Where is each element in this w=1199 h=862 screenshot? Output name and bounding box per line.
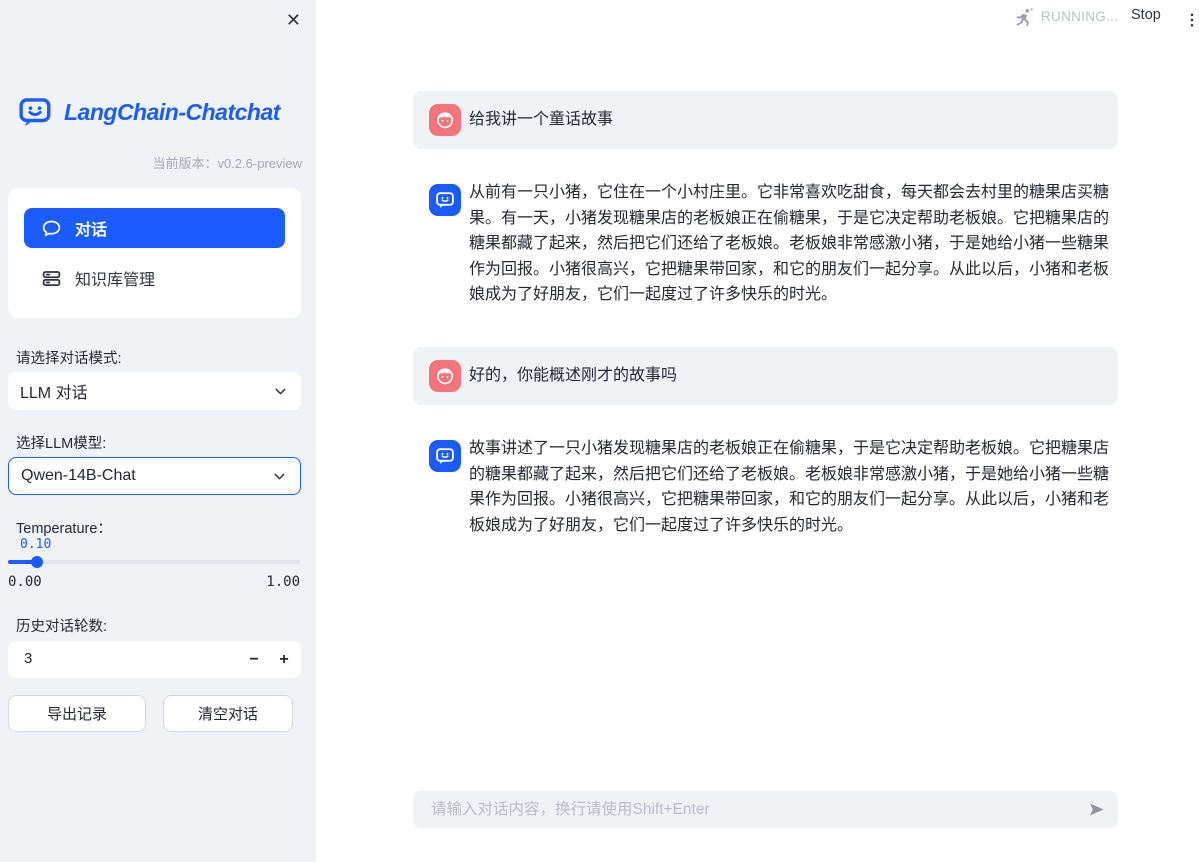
minus-icon: −: [249, 651, 258, 669]
llm-model-label: 选择LLM模型:: [16, 432, 106, 453]
slider-range-labels: 0.00 1.00: [8, 574, 300, 590]
dialogue-mode-select[interactable]: LLM 对话: [8, 372, 301, 410]
user-message: 给我讲一个童话故事: [413, 91, 1118, 149]
chat-bubble-icon: [41, 218, 62, 239]
send-arrow-icon: [1087, 800, 1106, 822]
chat-message-list: 给我讲一个童话故事 从前有一只小猪，它住在一个小村庄里。它非常喜欢吃甜食，每天都…: [413, 91, 1118, 577]
history-rounds-value: 3: [24, 650, 32, 667]
temperature-slider[interactable]: [8, 557, 300, 567]
chat-input[interactable]: [429, 800, 1078, 820]
temperature-value: 0.10: [20, 537, 51, 552]
sidebar-item-knowledge-base[interactable]: 知识库管理: [24, 258, 285, 298]
slider-min-label: 0.00: [8, 574, 42, 590]
nav-card: 对话 知识库管理: [8, 188, 301, 318]
assistant-avatar: [429, 184, 461, 216]
version-label: 当前版本：: [152, 156, 217, 171]
plus-icon: +: [279, 651, 288, 669]
user-avatar: [429, 360, 461, 392]
message-text: 故事讲述了一只小猪发现糖果店的老板娘正在偷糖果，于是它决定帮助老板娘。它把糖果店…: [469, 436, 1118, 538]
sidebar: ✕ LangChain-Chatchat 当前版本：v0.2.6-preview…: [0, 0, 316, 862]
overflow-menu-icon[interactable]: [1181, 7, 1199, 38]
sidebar-close-button[interactable]: ✕: [284, 6, 303, 34]
stop-button[interactable]: Stop: [1127, 5, 1165, 25]
increment-button[interactable]: +: [269, 641, 299, 678]
message-text: 从前有一只小猪，它住在一个小村庄里。它非常喜欢吃甜食，每天都会去村里的糖果店买糖…: [469, 180, 1118, 308]
status-running-text: RUNNING...: [1041, 9, 1118, 24]
app-logo: LangChain-Chatchat: [15, 95, 280, 129]
sidebar-item-label: 知识库管理: [75, 266, 155, 290]
chat-bubble-logo-icon: [15, 95, 55, 129]
running-man-icon: [1012, 7, 1035, 35]
chat-input-container: [413, 791, 1118, 828]
assistant-message: 从前有一只小猪，它住在一个小村庄里。它非常喜欢吃甜食，每天都会去村里的糖果店买糖…: [413, 180, 1118, 308]
dialogue-mode-label: 请选择对话模式:: [16, 347, 122, 368]
slider-thumb[interactable]: [31, 556, 43, 568]
chevron-down-icon: [271, 468, 288, 485]
clear-dialogue-button[interactable]: 清空对话: [163, 695, 293, 732]
export-history-button[interactable]: 导出记录: [8, 695, 146, 732]
slider-max-label: 1.00: [266, 574, 300, 590]
decrement-button[interactable]: −: [239, 641, 269, 678]
version-text: 当前版本：v0.2.6-preview: [152, 153, 302, 172]
user-message: 好的，你能概述刚才的故事吗: [413, 347, 1118, 405]
sidebar-item-label: 对话: [75, 216, 107, 240]
send-button[interactable]: [1087, 800, 1106, 822]
sidebar-item-dialogue[interactable]: 对话: [24, 208, 285, 248]
message-text: 好的，你能概述刚才的故事吗: [469, 366, 1118, 385]
llm-model-value: Qwen-14B-Chat: [21, 467, 136, 485]
assistant-message: 故事讲述了一只小猪发现糖果店的老板娘正在偷糖果，于是它决定帮助老板娘。它把糖果店…: [413, 436, 1118, 538]
app-title: LangChain-Chatchat: [64, 99, 280, 126]
assistant-avatar: [429, 440, 461, 472]
close-icon: ✕: [286, 10, 301, 30]
dialogue-mode-value: LLM 对话: [20, 379, 88, 403]
database-server-icon: [41, 268, 62, 289]
history-rounds-stepper[interactable]: 3 − +: [8, 641, 301, 678]
user-avatar: [429, 104, 461, 136]
temperature-label: Temperature：: [16, 517, 112, 538]
llm-model-select[interactable]: Qwen-14B-Chat: [8, 457, 301, 495]
history-rounds-label: 历史对话轮数:: [16, 615, 107, 636]
version-value: v0.2.6-preview: [217, 156, 302, 171]
slider-track[interactable]: [8, 560, 300, 564]
message-text: 给我讲一个童话故事: [469, 110, 1118, 129]
chevron-down-icon: [272, 383, 289, 400]
